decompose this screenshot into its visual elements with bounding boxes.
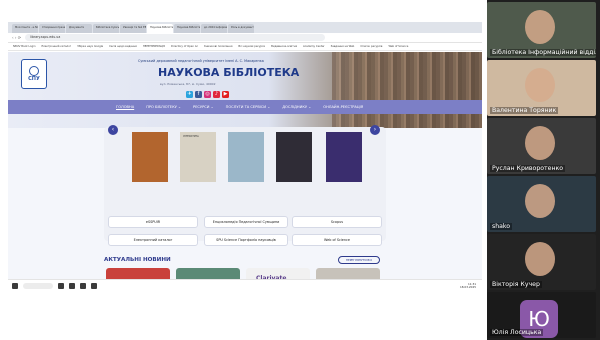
bookmarks-bar: NBUV Book Login Електронний каталог Збірка…: [8, 43, 482, 51]
browser-tab[interactable]: Роль в документах: [228, 24, 254, 33]
participant-tile[interactable]: Ю Юлія Лосицька: [487, 292, 596, 338]
bookmark-item[interactable]: Web of Science: [388, 45, 408, 48]
resource-button[interactable]: Електронний каталог: [108, 234, 198, 246]
carousel-prev-icon[interactable]: ‹: [108, 125, 118, 135]
participant-video: [525, 126, 555, 160]
book-title: ЛІТЕРАТУРА: [183, 135, 199, 138]
resource-button[interactable]: Енциклопедія Педагогічної Сумщини: [204, 216, 288, 228]
browser-icon[interactable]: [80, 283, 86, 289]
menu-item[interactable]: ПОСЛУГИ ТА СЕРВІСИ ⌄: [226, 105, 271, 109]
university-name: Сумський державний педагогічний універси…: [138, 59, 264, 63]
browser-tab[interactable]: Створення презентацій: [39, 24, 65, 33]
taskbar-search[interactable]: [23, 283, 53, 289]
participant-tile[interactable]: Валентина Торяник: [487, 60, 596, 116]
participant-name: Юлія Лосицька: [490, 329, 544, 336]
resource-button[interactable]: SPU Science Портфоліо науковців: [204, 234, 288, 246]
book-cover[interactable]: [276, 132, 312, 182]
menu-item[interactable]: РЕСУРСИ ⌄: [193, 105, 214, 109]
book-cover[interactable]: [326, 132, 362, 182]
bookmark-item[interactable]: Directory of Open Ac: [171, 45, 198, 48]
bookmark-item[interactable]: Всі наукові ресурси: [238, 45, 265, 48]
address-bar-row: ‹ › ⟳ library.sspu.edu.ua: [8, 33, 482, 43]
mail-icon[interactable]: [91, 283, 97, 289]
resource-button[interactable]: eSSPUIR: [108, 216, 198, 228]
resource-button[interactable]: Web of Science: [292, 234, 382, 246]
bookmark-item[interactable]: Список ресурсів: [360, 45, 382, 48]
logo-text: СПУ: [28, 76, 40, 82]
browser-tab[interactable]: Наукова Бібліотека: [147, 24, 173, 33]
logo-emblem-icon: [29, 66, 39, 76]
book-cover[interactable]: ЛІТЕРАТУРА: [180, 132, 216, 182]
participant-name: Бібліотека Інформаційний відділ: [490, 49, 596, 56]
browser-tab[interactable]: Наукова Бібліотека: [174, 24, 200, 33]
participant-name: Вікторія Кучер: [490, 281, 542, 288]
bookmark-item[interactable]: Academy Center: [303, 45, 325, 48]
main-menu: ГОЛОВНА ПРО БІБЛІОТЕКУ ⌄ РЕСУРСИ ⌄ ПОСЛУГИ …: [8, 100, 482, 114]
participant-video: [525, 242, 555, 276]
participant-tile[interactable]: Вікторія Кучер: [487, 234, 596, 290]
book-cover[interactable]: [132, 132, 168, 182]
participant-name: Руслан Криворотенко: [490, 165, 566, 172]
participant-panel: Бібліотека Інформаційний відділ Валентина…: [487, 0, 600, 340]
bookmark-item[interactable]: Сесія щодо видання: [109, 45, 137, 48]
bookmark-item[interactable]: ПЕРЕНУМЕРАЦІЯ: [143, 45, 165, 48]
browser-tab[interactable]: Бібліотека Сумського: [93, 24, 119, 33]
participant-name: shako: [490, 223, 513, 230]
telegram-icon[interactable]: ✈: [186, 91, 193, 98]
view-all-news-button[interactable]: ПЕРЕГЛЯНУТИ ВСІ: [338, 256, 380, 264]
shared-screen: Моя пошта - e.NUB.BuСтворення презентаці…: [8, 22, 482, 292]
menu-item[interactable]: ОНЛАЙН-РЕЄСТРАЦІЯ: [323, 105, 363, 109]
participant-tile[interactable]: Руслан Криворотенко: [487, 118, 596, 174]
resource-button[interactable]: Scopus: [292, 216, 382, 228]
browser-tab-bar: Моя пошта - e.NUB.BuСтворення презентаці…: [8, 22, 482, 33]
instagram-icon[interactable]: ◎: [204, 91, 211, 98]
library-website: СПУ Сумський державний педагогічний унів…: [8, 52, 482, 284]
bookmark-item[interactable]: Збірка наук Google: [77, 45, 103, 48]
book-cover[interactable]: [228, 132, 264, 182]
university-logo[interactable]: СПУ: [21, 59, 47, 89]
site-header: СПУ Сумський державний педагогічний унів…: [8, 52, 482, 128]
clock: 11:31 18.03.2025: [459, 282, 476, 290]
explorer-icon[interactable]: [69, 283, 75, 289]
menu-item[interactable]: ПРО БІБЛІОТЕКУ ⌄: [146, 105, 181, 109]
start-icon[interactable]: [12, 283, 18, 289]
facebook-icon[interactable]: f: [195, 91, 202, 98]
participant-tile[interactable]: Бібліотека Інформаційний відділ: [487, 2, 596, 58]
bookmark-item[interactable]: NBUV Book Login: [13, 45, 36, 48]
back-forward-icons[interactable]: ‹ › ⟳: [12, 35, 21, 40]
carousel-next-icon[interactable]: ›: [370, 125, 380, 135]
youtube-icon[interactable]: ▶: [222, 91, 229, 98]
browser-tab[interactable]: до 2024 Інформаційні: [201, 24, 227, 33]
tiktok-icon[interactable]: ♪: [213, 91, 220, 98]
bookmark-item[interactable]: Книжкові посилання: [204, 45, 232, 48]
site-title: НАУКОВА БІБЛІОТЕКА: [158, 66, 300, 79]
menu-item[interactable]: ГОЛОВНА: [116, 105, 134, 109]
task-view-icon[interactable]: [58, 283, 64, 289]
url-field[interactable]: library.sspu.edu.ua: [25, 34, 326, 41]
clock-date: 18.03.2025: [459, 285, 476, 289]
bookshelf-image: [332, 52, 482, 128]
site-subtitle: вул. Роменська, 87, м. Суми, 40002: [160, 82, 216, 86]
bookmark-item[interactable]: Електронний каталог: [42, 45, 72, 48]
bookmark-item[interactable]: Видавнича-освітня: [271, 45, 297, 48]
social-links: ✈ f ◎ ♪ ▶: [186, 91, 229, 98]
taskbar: 11:31 18.03.2025: [8, 279, 482, 292]
participant-video: [525, 68, 555, 102]
participant-name: Валентина Торяник: [490, 107, 559, 114]
browser-tab[interactable]: Моя пошта - e.NUB.Bu: [12, 24, 38, 33]
bookmark-item[interactable]: Завдання на Web: [331, 45, 355, 48]
browser-tab[interactable]: Документи: [66, 24, 92, 33]
browser-tab[interactable]: Увечері та №1 ЕБ: [120, 24, 146, 33]
menu-item[interactable]: ДОСЛІДНИКУ ⌄: [282, 105, 311, 109]
participant-video: [525, 184, 555, 218]
participant-video: [525, 10, 555, 44]
news-section-title: АКТУАЛЬНІ НОВИНИ: [104, 257, 171, 263]
participant-tile[interactable]: shako: [487, 176, 596, 232]
